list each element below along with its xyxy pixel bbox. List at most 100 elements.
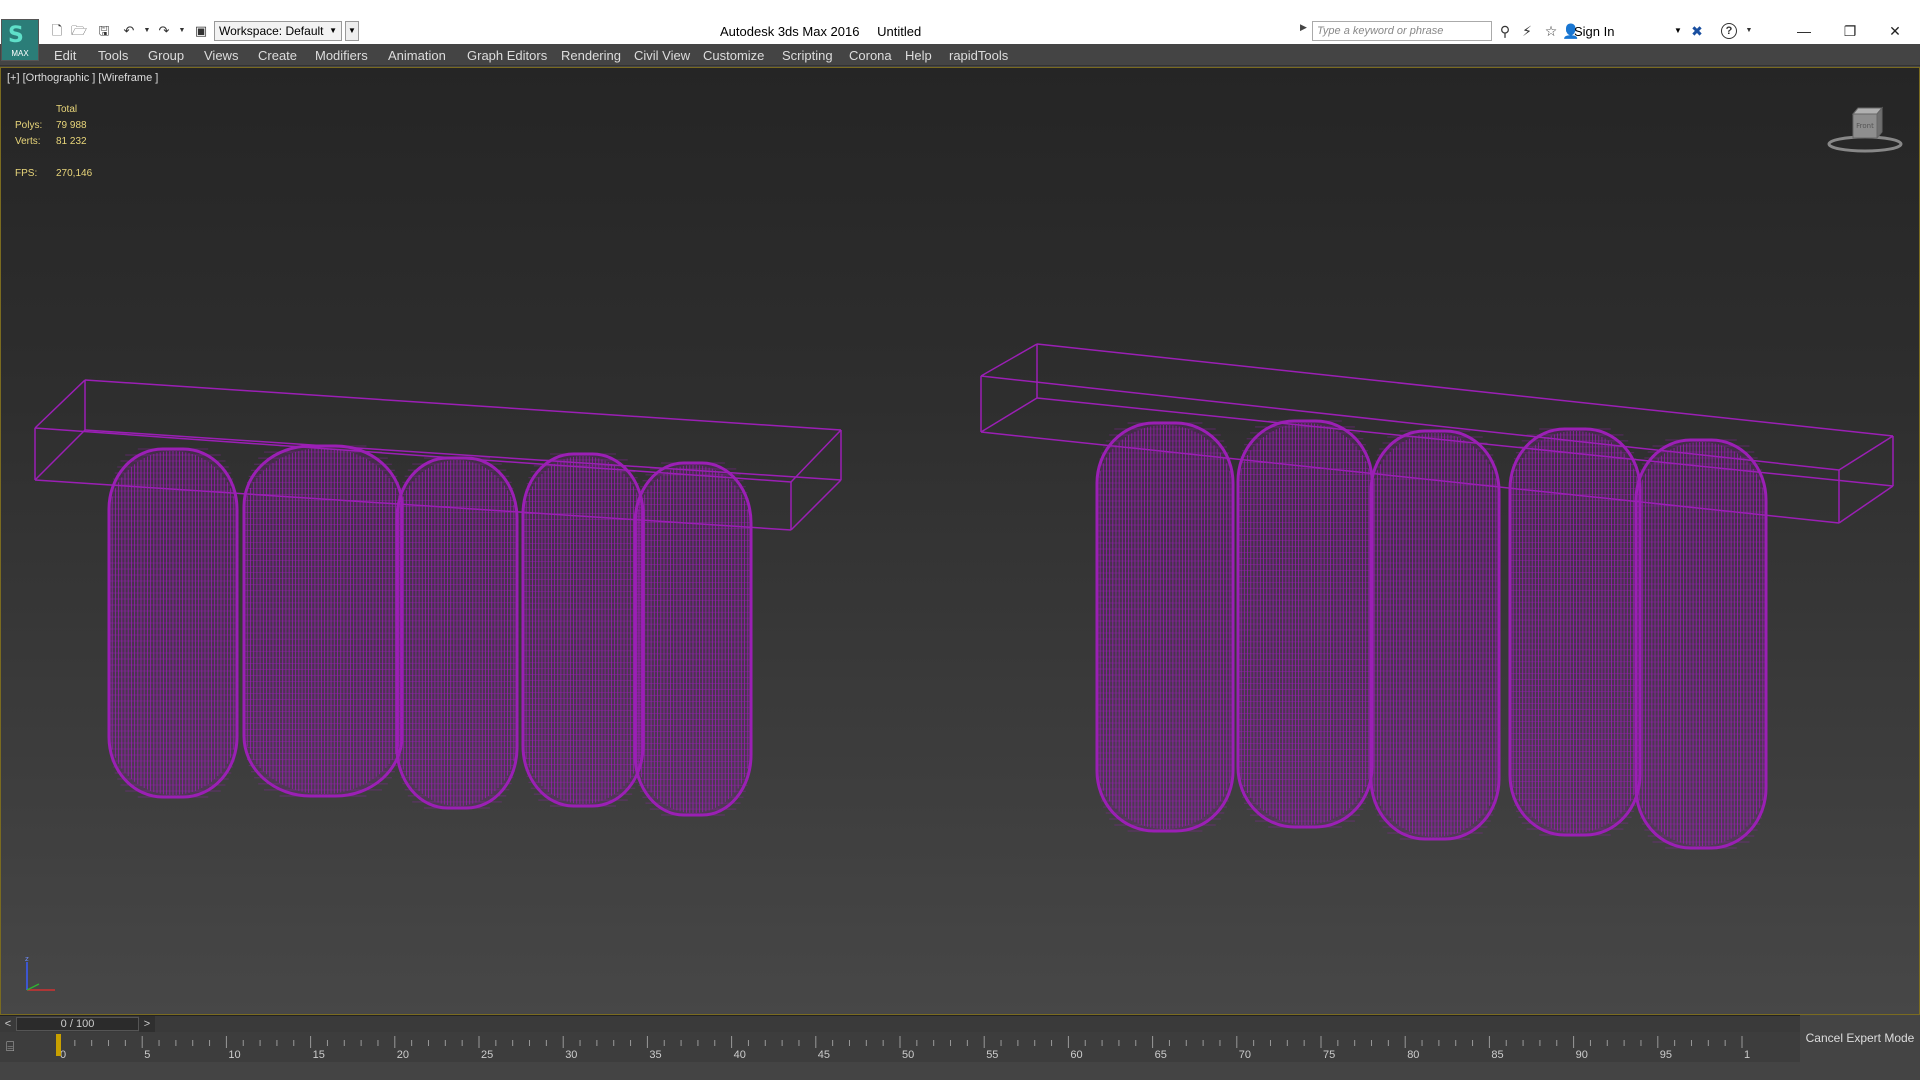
viewport-label-menu[interactable]: [+] [Orthographic ] [Wireframe ] xyxy=(7,72,158,84)
track-bar[interactable]: ⌸ 0 5 10 15 20 25 30 35 40 45 50 55 60 65 70 75 80 85 90 95… xyxy=(0,1032,1800,1062)
menu-edit[interactable]: Edit xyxy=(54,48,76,63)
left-cushion-1[interactable] xyxy=(107,447,239,799)
document-name: Untitled xyxy=(877,24,922,39)
frame-tick-label: 35 xyxy=(649,1049,661,1060)
viewcube-right-face[interactable] xyxy=(1876,106,1883,140)
mini-curve-editor-icon[interactable]: ⌸ xyxy=(6,1038,36,1056)
cancel-expert-mode-button[interactable]: Cancel Expert Mode xyxy=(1800,1015,1920,1062)
new-file-icon[interactable]: 🗋 xyxy=(48,22,66,40)
undo-icon[interactable]: ↶ xyxy=(120,22,138,40)
frame-tick-label: 40 xyxy=(734,1049,746,1060)
app-menu-button[interactable]: S MAX xyxy=(1,19,39,61)
favorites-star-icon[interactable]: ☆ xyxy=(1542,22,1560,40)
help-dropdown-icon[interactable]: ▼ xyxy=(1740,22,1758,40)
minimize-button[interactable]: — xyxy=(1784,18,1824,44)
menu-corona[interactable]: Corona xyxy=(849,48,892,63)
restore-button[interactable]: ❐ xyxy=(1830,18,1870,44)
communication-center-icon[interactable]: ⚡ xyxy=(1518,22,1536,40)
right-cushion-5[interactable] xyxy=(1634,438,1768,850)
viewcube-ring[interactable] xyxy=(1827,135,1903,153)
app-logo-label: MAX xyxy=(11,49,29,58)
frame-tick-label: 70 xyxy=(1239,1049,1251,1060)
left-cushion-5[interactable] xyxy=(633,461,753,817)
chevron-down-icon[interactable]: ▼ xyxy=(1674,26,1682,35)
perspective-viewport[interactable]: [+] [Orthographic ] [Wireframe ] Total P… xyxy=(0,67,1920,1015)
frame-tick-label: 80 xyxy=(1407,1049,1419,1060)
menu-group[interactable]: Group xyxy=(148,48,184,63)
undo-dropdown-icon[interactable]: ▼ xyxy=(138,22,156,40)
right-cushion-2[interactable] xyxy=(1236,419,1374,829)
right-cushion-1[interactable] xyxy=(1095,421,1235,833)
close-button[interactable]: ✕ xyxy=(1875,18,1915,44)
menu-help[interactable]: Help xyxy=(905,48,932,63)
frame-tick-label: 65 xyxy=(1155,1049,1167,1060)
frame-tick-label: 30 xyxy=(565,1049,577,1060)
menu-rapidtools[interactable]: rapidTools xyxy=(949,48,1008,63)
right-cushion-group[interactable] xyxy=(1095,419,1768,850)
time-slider[interactable]: < 0 / 100 > xyxy=(0,1015,1800,1032)
frame-tick-label: 50 xyxy=(902,1049,914,1060)
wireframe-scene[interactable] xyxy=(1,68,1919,1014)
verts-value: 81 232 xyxy=(56,136,87,147)
status-bar xyxy=(0,1062,1920,1080)
frame-ruler[interactable]: 0510152025303540455055606570758085909510… xyxy=(56,1034,1750,1060)
right-cushion-3[interactable] xyxy=(1369,429,1501,841)
menu-graph-editors[interactable]: Graph Editors xyxy=(467,48,547,63)
viewcube-face-label: Front xyxy=(1856,122,1874,130)
redo-dropdown-icon[interactable]: ▼ xyxy=(173,22,191,40)
right-cushion-4[interactable] xyxy=(1508,427,1642,837)
frame-tick-label: 100 xyxy=(1744,1049,1750,1060)
redo-icon[interactable]: ↷ xyxy=(155,22,173,40)
left-cushion-4[interactable] xyxy=(521,452,645,808)
menu-customize[interactable]: Customize xyxy=(703,48,764,63)
menu-civil-view[interactable]: Civil View xyxy=(634,48,690,63)
time-slider-next-button[interactable]: > xyxy=(139,1016,155,1032)
sign-in-button[interactable]: Sign In xyxy=(1574,24,1614,39)
frame-tick-label: 90 xyxy=(1576,1049,1588,1060)
left-cushion-group[interactable] xyxy=(107,444,753,817)
app-name: Autodesk 3ds Max 2016 xyxy=(720,24,860,39)
frame-tick-label: 5 xyxy=(144,1049,150,1060)
frame-tick-label: 10 xyxy=(228,1049,240,1060)
title-bar: S MAX 🗋 🗁 🖫 ↶ ▼ ↷ ▼ ▣ Workspace: Default… xyxy=(0,0,1920,61)
svg-text:z: z xyxy=(25,956,29,963)
help-icon[interactable]: ? xyxy=(1721,23,1737,39)
frame-tick-label: 20 xyxy=(397,1049,409,1060)
left-cushion-2[interactable] xyxy=(242,444,404,798)
polys-value: 79 988 xyxy=(56,120,87,131)
fps-value: 270,146 xyxy=(56,168,93,179)
window-title: Autodesk 3ds Max 2016 Untitled xyxy=(720,24,935,39)
menu-animation[interactable]: Animation xyxy=(388,48,446,63)
menu-bar: Edit Tools Group Views Create Modifiers … xyxy=(0,44,1920,66)
quick-access-customize-icon[interactable]: ▼ xyxy=(345,21,359,41)
workspace-label: Workspace: Default xyxy=(219,24,324,38)
left-cushion-3[interactable] xyxy=(395,456,519,810)
menu-create[interactable]: Create xyxy=(258,48,297,63)
menu-modifiers[interactable]: Modifiers xyxy=(315,48,368,63)
chevron-down-icon: ▼ xyxy=(329,26,337,35)
frame-tick-label: 15 xyxy=(313,1049,325,1060)
exchange-apps-icon[interactable]: ✖ xyxy=(1688,22,1706,40)
open-file-icon[interactable]: 🗁 xyxy=(70,22,88,40)
binoculars-icon[interactable]: ⚲ xyxy=(1496,22,1514,40)
search-input[interactable]: Type a keyword or phrase xyxy=(1312,21,1492,41)
polys-label: Polys: xyxy=(15,120,43,131)
frame-tick-label: 25 xyxy=(481,1049,493,1060)
stats-header: Total xyxy=(56,104,78,115)
current-frame-marker[interactable] xyxy=(56,1034,61,1056)
frame-tick-label: 45 xyxy=(818,1049,830,1060)
menu-scripting[interactable]: Scripting xyxy=(782,48,833,63)
time-slider-thumb[interactable]: 0 / 100 xyxy=(16,1017,139,1031)
save-icon[interactable]: 🖫 xyxy=(95,22,113,40)
time-slider-prev-button[interactable]: < xyxy=(0,1016,16,1032)
search-expand-icon[interactable]: ▶ xyxy=(1300,22,1307,33)
frame-tick-label: 55 xyxy=(986,1049,998,1060)
frame-tick-label: 60 xyxy=(1070,1049,1082,1060)
menu-views[interactable]: Views xyxy=(204,48,238,63)
fps-label: FPS: xyxy=(15,168,38,179)
menu-rendering[interactable]: Rendering xyxy=(561,48,621,63)
viewcube[interactable]: Front xyxy=(1825,104,1905,154)
project-folder-icon[interactable]: ▣ xyxy=(192,22,210,40)
workspace-dropdown[interactable]: Workspace: Default ▼ xyxy=(214,21,342,41)
menu-tools[interactable]: Tools xyxy=(98,48,128,63)
